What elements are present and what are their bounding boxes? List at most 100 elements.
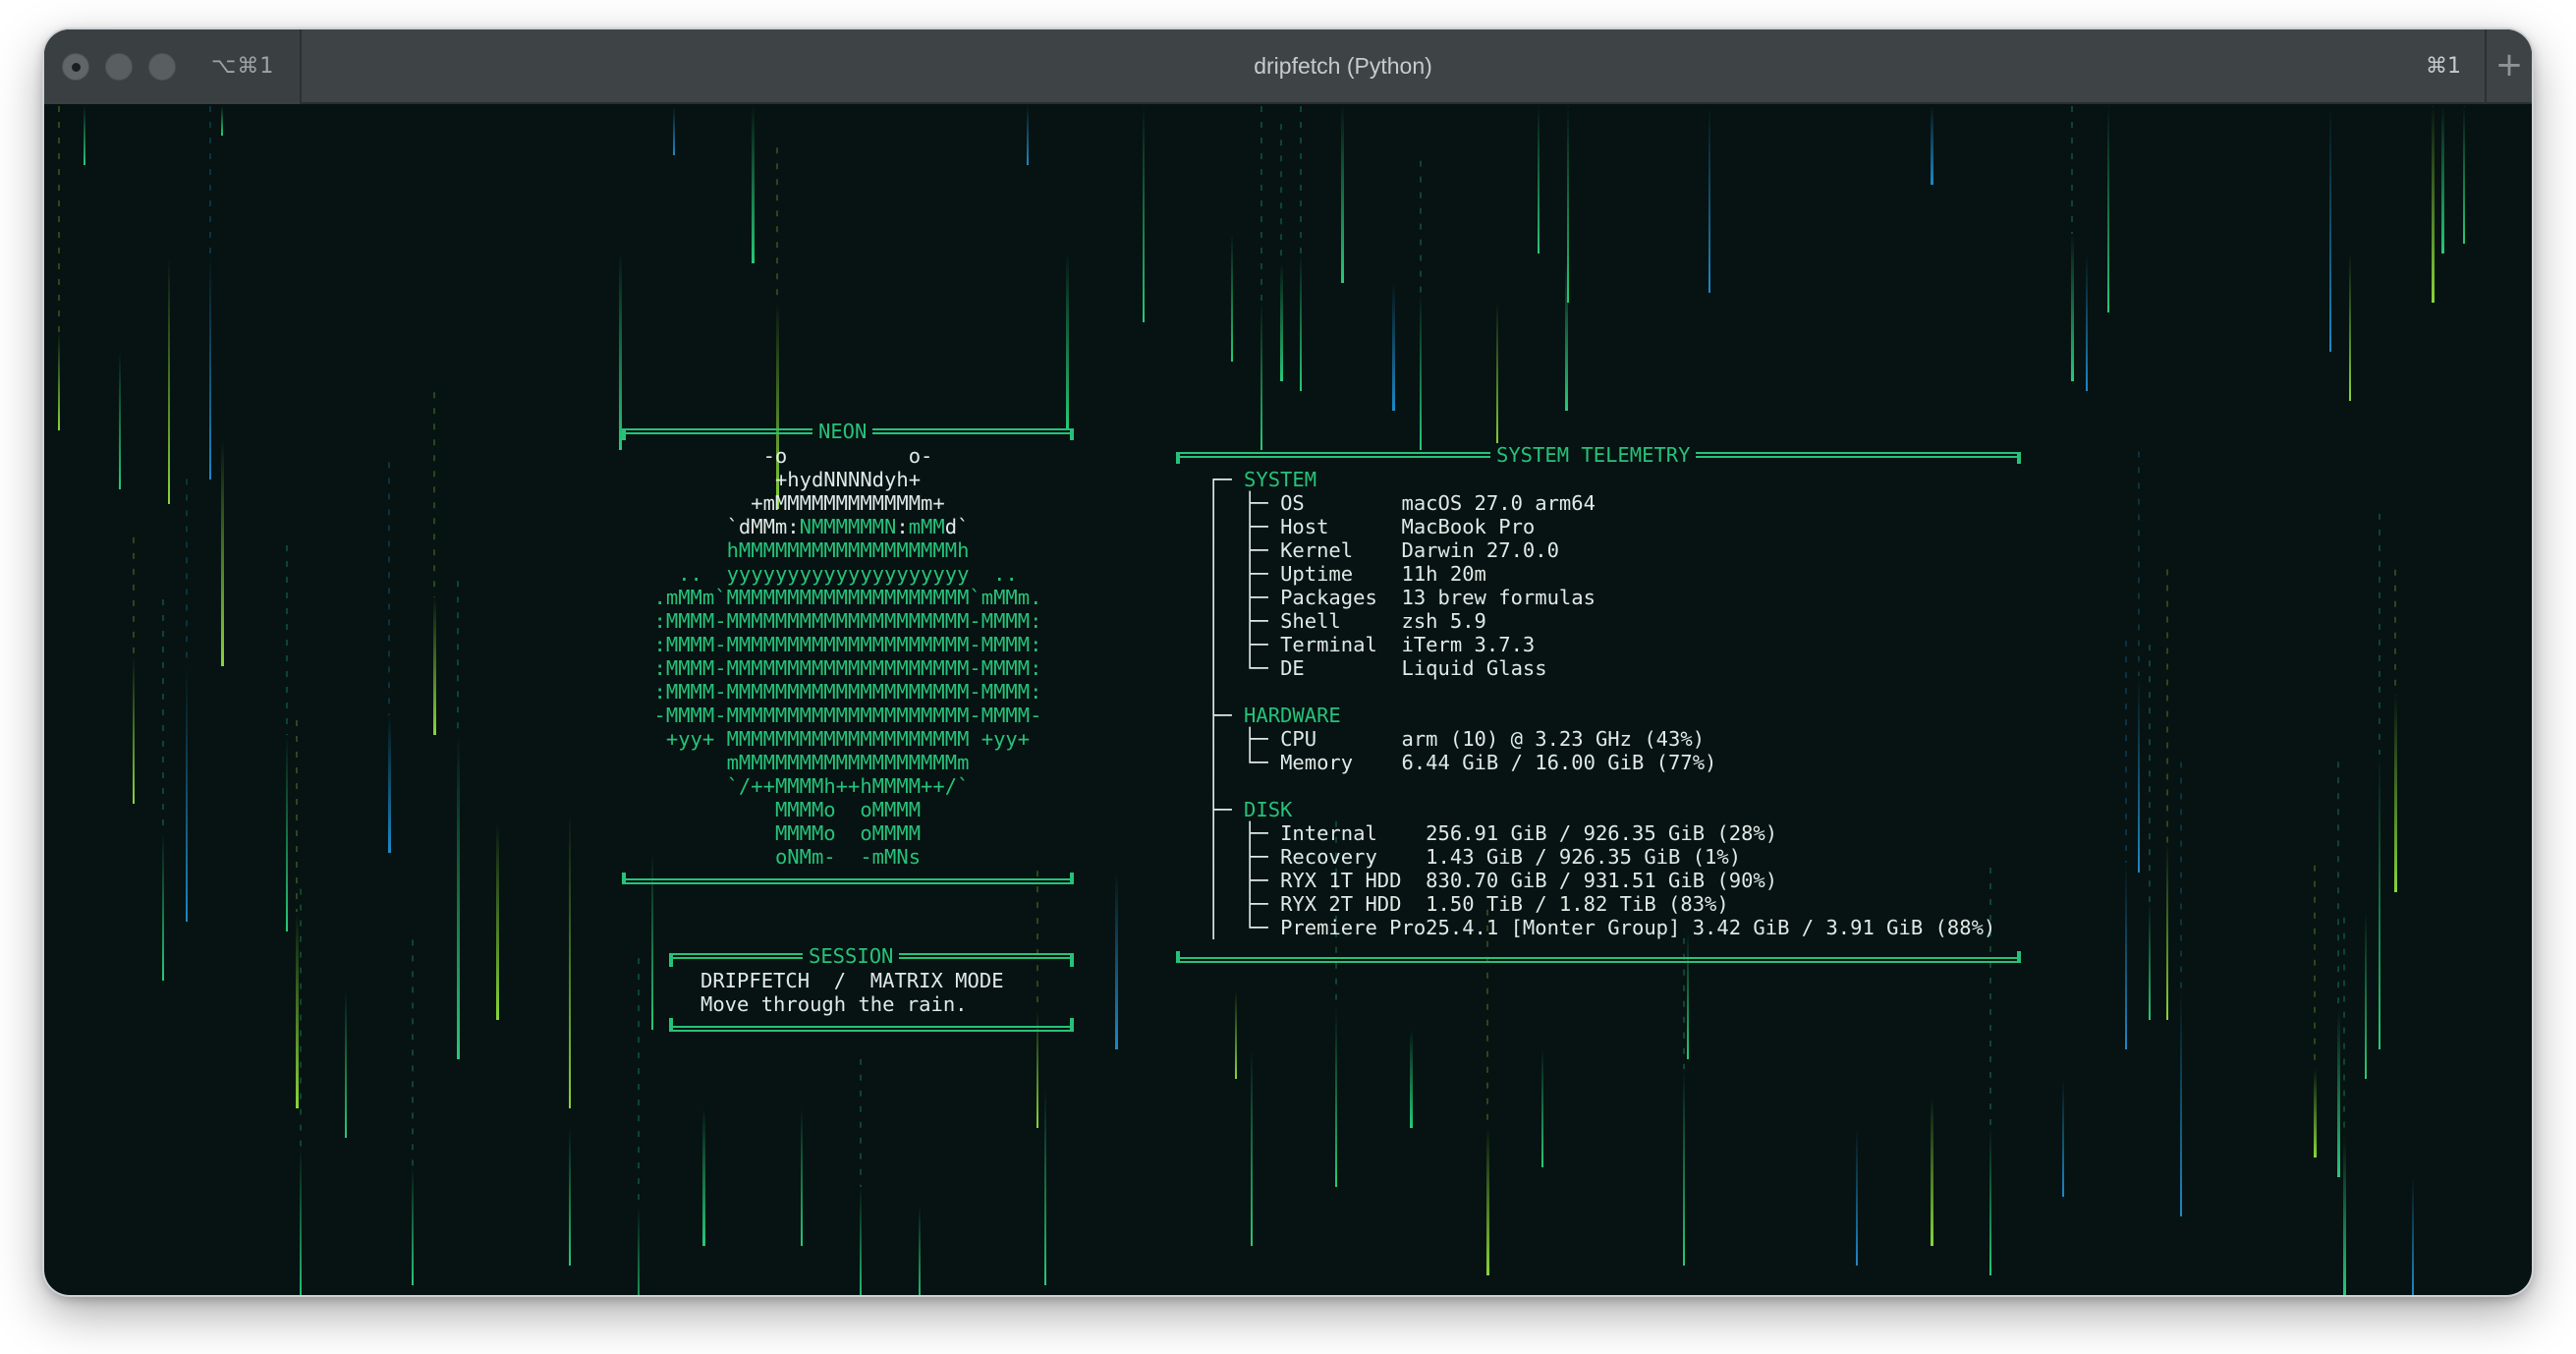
tab-shortcut-indicator: ⌘1 <box>2426 54 2461 79</box>
telemetry-panel: SYSTEM TELEMETRY ┌─ SYSTEM │ ├─ OS macOS … <box>1176 443 2021 963</box>
rain-streak <box>1541 1049 1543 1167</box>
rain-streak <box>2314 1069 2317 1157</box>
telemetry-frame-cap-bl <box>1176 951 1180 963</box>
telemetry-value: 13 brew formulas <box>1401 586 1596 609</box>
rain-streak <box>2394 696 2397 892</box>
telemetry-row: │ ├─ CPU arm (10) @ 3.23 GHz (43%) <box>1207 727 1706 751</box>
rain-streak <box>296 912 299 1108</box>
telemetry-row: │ ├─ Recovery 1.43 GiB / 926.35 GiB (1%) <box>1207 845 1742 869</box>
rain-streak <box>1989 1128 1991 1275</box>
logo-line: +yy+ MMMMMMMMMMMMMMMMMMMM +yy+ <box>665 727 1031 751</box>
rain-streak <box>569 814 571 1108</box>
rain-streak <box>345 990 347 1138</box>
telemetry-key: Host <box>1280 515 1402 538</box>
rain-streak <box>84 106 85 165</box>
rain-streak <box>1856 1128 1858 1266</box>
session-frame-cap-bl <box>669 1018 673 1032</box>
rain-streak <box>1115 873 1118 1049</box>
logo-line: MMMMo oMMMM <box>774 821 922 845</box>
telemetry-value: 11h 20m <box>1401 562 1486 586</box>
rain-streak <box>300 1148 302 1295</box>
rain-streak <box>1410 1030 1413 1128</box>
tab-left-area[interactable]: ⌥⌘1 <box>44 29 302 104</box>
telemetry-value: 6.44 GiB / 16.00 GiB (77%) <box>1401 751 1717 774</box>
rain-streak <box>2107 106 2109 312</box>
telemetry-row: │ └─ Memory 6.44 GiB / 16.00 GiB (77%) <box>1207 751 1717 774</box>
telemetry-key: Recovery <box>1280 845 1427 869</box>
neon-frame-cap-bl <box>622 873 626 884</box>
telemetry-value: arm (10) @ 3.23 GHz (43%) <box>1401 727 1706 751</box>
tree-spacer: │ <box>1207 774 1220 798</box>
rain-streak <box>1335 1010 1337 1187</box>
rain-streak <box>221 440 224 666</box>
rain-streak <box>2441 106 2444 254</box>
logo-line: +hydNNNNdyh+ <box>774 468 922 491</box>
zoom-button[interactable] <box>148 53 176 81</box>
telemetry-panel-title: SYSTEM TELEMETRY <box>1490 443 1697 467</box>
rain-streak <box>2125 863 2127 1049</box>
rain-streak <box>1260 303 1262 450</box>
telemetry-value: iTerm 3.7.3 <box>1401 633 1536 656</box>
telemetry-key: Packages <box>1280 586 1402 609</box>
section-system: ┌─ SYSTEM <box>1207 468 1317 491</box>
session-mode-text: DRIPFETCH / MATRIX MODE <box>700 969 1004 992</box>
telemetry-value: Liquid Glass <box>1401 656 1547 680</box>
rain-streak <box>457 735 460 1059</box>
logo-line: `/++MMMMh++hMMMM++/` <box>726 774 970 798</box>
terminal-content[interactable]: NEON -o o- +hydNNNNdyh+ +mMMMMMMMMMMMMm+ `d… <box>44 106 2532 1295</box>
logo-line: .. yyyyyyyyyyyyyyyyyyyy .. <box>678 562 1018 586</box>
telemetry-value: 256.91 GiB / 926.35 GiB (28%) <box>1426 821 1778 845</box>
logo-line: oNMm- -mMNs <box>774 845 922 869</box>
telemetry-row: │ └─ Premiere Pro25.4.1 [Monter Group] 3… <box>1207 916 1996 939</box>
rain-streak <box>1708 106 1710 293</box>
telemetry-row: │ ├─ Packages 13 brew formulas <box>1207 586 1596 609</box>
telemetry-key: Premiere Pro <box>1280 916 1427 939</box>
minimize-button[interactable] <box>105 53 133 81</box>
logo-line: MMMMo oMMMM <box>774 798 922 821</box>
session-frame-cap-br <box>1070 1018 1074 1032</box>
telemetry-row: │ ├─ Internal 256.91 GiB / 926.35 GiB (2… <box>1207 821 1778 845</box>
logo-line: :MMMM-MMMMMMMMMMMMMMMMMMMM-MMMM: <box>653 633 1042 656</box>
rain-streak <box>58 332 60 430</box>
section-hardware: ├─ HARDWARE <box>1207 704 1341 727</box>
rain-streak <box>1066 254 1069 430</box>
telemetry-key: Internal <box>1280 821 1427 845</box>
rain-streak <box>1420 293 1422 450</box>
telemetry-value: MacBook Pro <box>1401 515 1536 538</box>
logo-line: :MMMM-MMMMMMMMMMMMMMMMMMMM-MMMM: <box>653 680 1042 704</box>
rain-streak <box>186 666 188 922</box>
telemetry-frame-cap-left <box>1176 452 1180 464</box>
logo-line: :MMMM-MMMMMMMMMMMMMMMMMMMM-MMMM: <box>653 656 1042 680</box>
terminal-window: ⌥⌘1 dripfetch (Python) ⌘1 + NEON -o o- +h… <box>44 29 2532 1295</box>
telemetry-row: │ └─ DE Liquid Glass <box>1207 656 1547 680</box>
close-button[interactable] <box>62 53 89 81</box>
telemetry-key: RYX 1T HDD <box>1280 869 1427 892</box>
rain-streak <box>433 597 436 735</box>
session-frame-cap-right <box>1070 953 1074 967</box>
rain-streak <box>162 833 164 981</box>
title-bar: ⌥⌘1 dripfetch (Python) ⌘1 + <box>44 29 2532 104</box>
rain-streak <box>2412 1177 2414 1295</box>
new-tab-button[interactable]: + <box>2485 29 2532 104</box>
logo-line: +mMMMMMMMMMMMMm+ <box>751 491 945 515</box>
telemetry-key: Shell <box>1280 609 1402 633</box>
rain-streak <box>569 1128 571 1266</box>
telemetry-row: │ ├─ OS macOS 27.0 arm64 <box>1207 491 1596 515</box>
rain-streak <box>2329 106 2331 352</box>
rain-streak <box>496 823 499 1020</box>
neon-frame-cap-right <box>1070 428 1074 440</box>
session-frame-bottom <box>669 1026 1074 1032</box>
window-title: dripfetch (Python) <box>1254 53 1432 79</box>
session-panel: SESSION DRIPFETCH / MATRIX MODE Move thr… <box>669 944 1074 1032</box>
neon-frame-bottom <box>622 878 1074 884</box>
rain-streak <box>2149 902 2151 1020</box>
telemetry-row: │ ├─ Kernel Darwin 27.0.0 <box>1207 538 1559 562</box>
rain-streak <box>673 106 675 155</box>
rain-streak <box>2071 234 2074 381</box>
telemetry-key: Memory <box>1280 751 1402 774</box>
rain-streak <box>2432 106 2435 303</box>
telemetry-key: Uptime <box>1280 562 1402 586</box>
telemetry-row: │ ├─ Terminal iTerm 3.7.3 <box>1207 633 1536 656</box>
rain-streak <box>752 106 755 263</box>
neon-panel: NEON -o o- +hydNNNNdyh+ +mMMMMMMMMMMMMm+ `d… <box>622 420 1074 884</box>
